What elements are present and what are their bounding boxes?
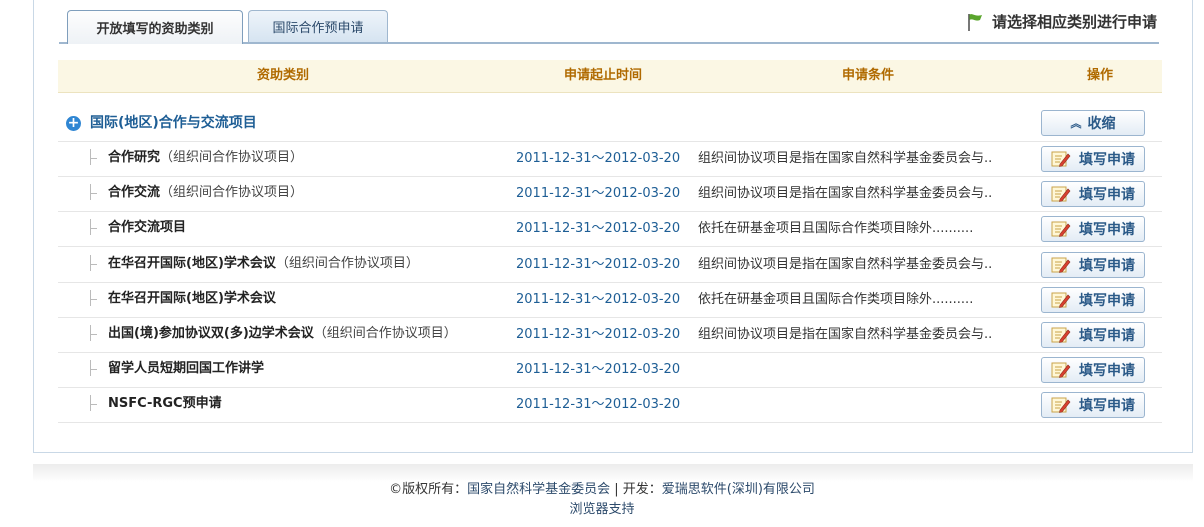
tree-connector [90,149,99,165]
table-row: 合作交流项目 2011-12-31～2012-03-20 依托在研基金项目且国际合作… [58,211,1162,247]
category-note: （组织间合作协议项目） [313,326,457,341]
tree-connector [90,290,99,306]
group-row: + 国际(地区)合作与交流项目 ︽ 收缩 [58,106,1162,142]
header-period: 申请起止时间 [563,68,642,83]
developer-link[interactable]: 爱瑞思软件(深圳)有限公司 [662,482,815,497]
application-condition: 组织间协议项目是指在国家自然科学基金委员会与.. [698,327,993,342]
tab-open-categories[interactable]: 开放填写的资助类别 [67,10,243,44]
copyright-prefix: ©版权所有： [389,482,468,497]
tab-international-pre-application[interactable]: 国际合作预申请 [248,10,388,42]
table-row: 合作交流（组织间合作协议项目） 2011-12-31～2012-03-20 组织间协… [58,176,1162,212]
category-title: 合作交流项目 [108,220,187,235]
category-title: 出国(境)参加协议双(多)边学术会议 [108,326,314,341]
collapse-button[interactable]: ︽ 收缩 [1041,110,1145,136]
category-name: 合作交流（组织间合作协议项目） [108,176,303,209]
application-condition: 组织间协议项目是指在国家自然科学基金委员会与.. [698,186,993,201]
table-row: 在华召开国际(地区)学术会议 2011-12-31～2012-03-20 依托在研基… [58,282,1162,318]
category-title: 在华召开国际(地区)学术会议 [108,256,276,271]
category-name: 合作交流项目 [108,211,186,244]
fill-application-label: 填写申请 [1079,152,1135,168]
application-condition: 组织间协议项目是指在国家自然科学基金委员会与.. [698,151,993,166]
category-name: 合作研究（组织间合作协议项目） [108,141,303,174]
fill-application-label: 填写申请 [1079,398,1135,414]
application-period: 2011-12-31～2012-03-20 [516,221,681,236]
expand-plus-icon[interactable]: + [66,116,81,131]
edit-form-icon [1051,362,1071,378]
fill-application-label: 填写申请 [1079,222,1135,238]
flag-icon [968,13,982,31]
collapse-label: 收缩 [1087,116,1116,132]
table-row: NSFC-RGC预申请 2011-12-31～2012-03-20 填写申请 [58,387,1162,423]
fill-application-label: 填写申请 [1079,328,1135,344]
fill-application-button[interactable]: 填写申请 [1041,146,1145,172]
category-note: （组织间合作协议项目） [160,185,304,200]
application-period: 2011-12-31～2012-03-20 [516,151,681,166]
fill-application-label: 填写申请 [1079,293,1135,309]
category-title: 合作研究 [108,150,161,165]
category-name: 留学人员短期回国工作讲学 [108,352,264,385]
category-name: 出国(境)参加协议双(多)边学术会议（组织间合作协议项目） [108,317,457,350]
category-name: 在华召开国际(地区)学术会议（组织间合作协议项目） [108,247,419,280]
fill-application-button[interactable]: 填写申请 [1041,357,1145,383]
instruction-text: 请选择相应类别进行申请 [991,13,1157,31]
application-condition: 组织间协议项目是指在国家自然科学基金委员会与.. [698,257,993,272]
header-action: 操作 [1086,68,1113,83]
category-note: （组织间合作协议项目） [160,150,304,165]
edit-form-icon [1051,257,1071,273]
browser-support-link[interactable]: 浏览器支持 [569,502,634,517]
table-header: 资助类别 申请起止时间 申请条件 操作 [58,60,1162,93]
fill-application-button[interactable]: 填写申请 [1041,287,1145,313]
owner-link[interactable]: 国家自然科学基金委员会 [467,482,610,497]
fill-application-button[interactable]: 填写申请 [1041,252,1145,278]
table-row: 留学人员短期回国工作讲学 2011-12-31～2012-03-20 填写申请 [58,352,1162,388]
tree-connector [90,395,99,411]
footer: ©版权所有：国家自然科学基金委员会 | 开发：爱瑞思软件(深圳)有限公司 浏览器… [0,480,1204,520]
tree-connector [90,325,99,341]
tree-connector [90,360,99,376]
fill-application-label: 填写申请 [1079,187,1135,203]
instruction-hint: 请选择相应类别进行申请 [966,11,1157,32]
tree-connector [90,184,99,200]
category-title: 在华召开国际(地区)学术会议 [108,291,276,306]
fill-application-button[interactable]: 填写申请 [1041,322,1145,348]
edit-form-icon [1051,327,1071,343]
header-condition: 申请条件 [841,68,894,83]
fill-application-button[interactable]: 填写申请 [1041,181,1145,207]
category-title: 合作交流 [108,185,161,200]
category-name: NSFC-RGC预申请 [108,387,222,420]
category-title: NSFC-RGC预申请 [108,396,222,411]
fill-application-label: 填写申请 [1079,258,1135,274]
tree-connector [90,219,99,235]
table-row: 在华召开国际(地区)学术会议（组织间合作协议项目） 2011-12-31～2012… [58,247,1162,283]
application-period: 2011-12-31～2012-03-20 [516,397,681,412]
developer-prefix: | 开发： [610,482,662,497]
category-title: 留学人员短期回国工作讲学 [108,361,265,376]
edit-form-icon [1051,151,1071,167]
fill-application-button[interactable]: 填写申请 [1041,392,1145,418]
tab-bar: 开放填写的资助类别 国际合作预申请 请选择相应类别进行申请 [33,0,1193,44]
fill-application-button[interactable]: 填写申请 [1041,216,1145,242]
edit-form-icon [1051,397,1071,413]
group-title: 国际(地区)合作与交流项目 [90,115,257,131]
application-period: 2011-12-31～2012-03-20 [516,362,681,377]
tree-connector [90,255,99,271]
application-period: 2011-12-31～2012-03-20 [516,257,681,272]
category-name: 在华召开国际(地区)学术会议 [108,282,276,315]
table-row: 出国(境)参加协议双(多)边学术会议（组织间合作协议项目） 2011-12-31～… [58,317,1162,353]
edit-form-icon [1051,292,1071,308]
category-note: （组织间合作协议项目） [275,256,419,271]
application-condition: 依托在研基金项目且国际合作类项目除外.......... [698,292,974,307]
table-row: 合作研究（组织间合作协议项目） 2011-12-31～2012-03-20 组织间协… [58,141,1162,177]
chevron-up-icon: ︽ [1070,117,1082,130]
fill-application-label: 填写申请 [1079,363,1135,379]
edit-form-icon [1051,221,1071,237]
application-period: 2011-12-31～2012-03-20 [516,186,681,201]
header-category: 资助类别 [256,68,309,83]
application-period: 2011-12-31～2012-03-20 [516,292,681,307]
edit-form-icon [1051,186,1071,202]
application-condition: 依托在研基金项目且国际合作类项目除外.......... [698,221,974,236]
application-period: 2011-12-31～2012-03-20 [516,327,681,342]
